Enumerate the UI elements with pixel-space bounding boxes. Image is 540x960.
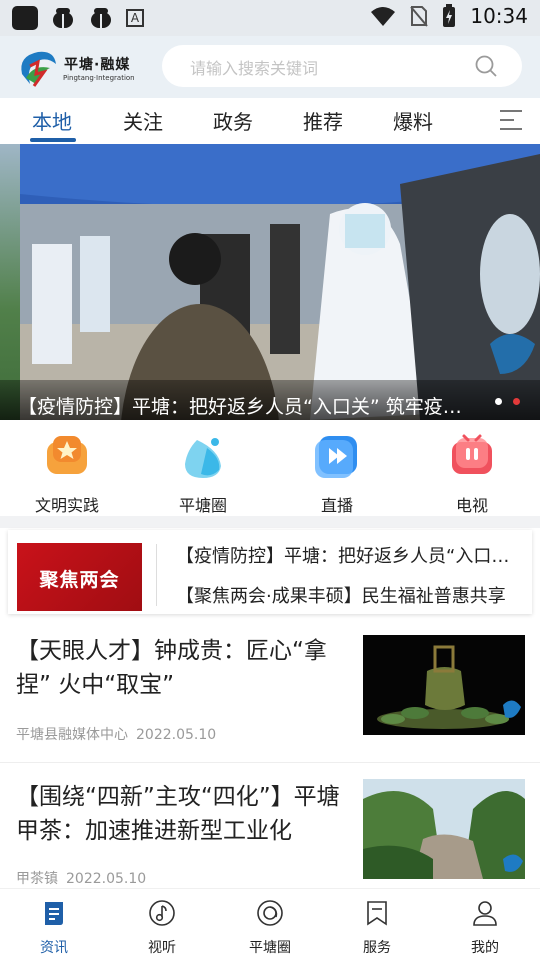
- bug-icon: [53, 8, 73, 28]
- drop-icon: [185, 438, 221, 478]
- tab-report[interactable]: 爆料: [393, 106, 433, 135]
- quick-link-label: 电视: [455, 496, 488, 515]
- logo-mark-icon: [21, 51, 56, 87]
- focus-news-box: 聚焦两会 【疫情防控】平塘：把好返乡人员“入口关” 筑牢疫情防控 【聚焦两会·成…: [8, 530, 532, 614]
- quick-link-civilization[interactable]: 文明实践: [17, 432, 117, 516]
- status-right: 10:34: [370, 4, 528, 28]
- news-item[interactable]: 【天眼人才】钟成贵：匠心“拿捏” 火中“取宝” 平塘县融媒体中心 2022.05.…: [0, 622, 540, 762]
- list-divider: [0, 762, 540, 763]
- news-thumbnail[interactable]: [363, 635, 525, 735]
- bug-icon: [91, 8, 111, 28]
- logo-chinese-text: 平塘·融媒: [64, 57, 131, 73]
- nav-service[interactable]: 服务: [337, 899, 417, 957]
- news-item[interactable]: 【围绕“四新”主攻“四化”】平塘甲茶：加速推进新型工业化 甲茶镇 2022.05.…: [0, 766, 540, 888]
- news-source: 甲茶镇: [16, 871, 58, 887]
- news-date: 2022.05.10: [66, 871, 147, 887]
- nav-label: 服务: [363, 940, 391, 956]
- tab-government[interactable]: 政务: [213, 106, 253, 135]
- nav-profile[interactable]: 我的: [445, 899, 525, 957]
- focus-headline-2[interactable]: 【聚焦两会·成果丰硕】民生福祉普惠共享: [176, 582, 521, 608]
- user-icon: [473, 901, 497, 926]
- battery-icon: [443, 4, 456, 27]
- status-bar: A 10:34: [0, 0, 540, 36]
- quick-link-label: 文明实践: [34, 496, 99, 515]
- banner-carousel[interactable]: 【疫情防控】平塘：把好返乡人员“入口关” 筑牢疫情防控: [0, 144, 540, 420]
- carousel-dot-2[interactable]: [513, 398, 520, 405]
- search-box[interactable]: 请输入搜索关键词: [162, 45, 522, 87]
- banner-prev-slide-edge: [0, 144, 20, 420]
- carousel-dot-1[interactable]: [495, 398, 502, 405]
- menu-icon[interactable]: [500, 108, 522, 132]
- tab-recommend[interactable]: 推荐: [303, 106, 343, 135]
- news-source: 平塘县融媒体中心: [16, 727, 128, 743]
- search-input[interactable]: 请输入搜索关键词: [190, 55, 318, 79]
- quick-link-pingtang-circle[interactable]: 平塘圈: [153, 432, 253, 516]
- a-icon: A: [126, 9, 144, 27]
- banner-image[interactable]: [20, 144, 540, 420]
- quick-link-label: 直播: [320, 496, 353, 515]
- tab-follow[interactable]: 关注: [123, 106, 163, 135]
- bookmark-icon: [367, 901, 387, 926]
- nav-label: 视听: [148, 940, 176, 956]
- bottom-navigation: 资讯 视听 平塘圈 服务 我的: [0, 888, 540, 960]
- section-divider: [0, 516, 540, 528]
- clock: 10:34: [470, 4, 528, 28]
- focus-badge-label: 聚焦两会: [39, 569, 120, 591]
- news-thumbnail[interactable]: [363, 779, 525, 879]
- nav-label: 平塘圈: [249, 940, 291, 956]
- active-tab-indicator: [30, 138, 76, 142]
- news-title[interactable]: 【天眼人才】钟成贵：匠心“拿捏” 火中“取宝”: [16, 634, 352, 702]
- search-icon[interactable]: [474, 54, 498, 78]
- focus-divider: [156, 544, 157, 606]
- circle-icon: [257, 900, 283, 926]
- star-badge-icon: [47, 436, 87, 474]
- status-left: A: [12, 6, 144, 30]
- banner-caption[interactable]: 【疫情防控】平塘：把好返乡人员“入口关” 筑牢疫情防控: [18, 392, 478, 419]
- tab-local[interactable]: 本地: [32, 106, 72, 135]
- news-icon: [45, 902, 63, 925]
- channel-tabs: 本地 关注 政务 推荐 爆料: [0, 98, 540, 144]
- nav-label: 我的: [471, 940, 499, 956]
- app-header: 平塘·融媒 Pingtang·Integration 请输入搜索关键词: [0, 36, 540, 98]
- app-icon: [12, 6, 38, 30]
- focus-headline-1[interactable]: 【疫情防控】平塘：把好返乡人员“入口关” 筑牢疫情防控: [176, 542, 521, 568]
- wifi-icon: [371, 7, 396, 26]
- nav-audio-video[interactable]: 视听: [122, 899, 202, 957]
- news-meta: 平塘县融媒体中心 2022.05.10: [16, 724, 224, 744]
- quick-link-tv[interactable]: 电视: [422, 432, 522, 516]
- quick-link-label: 平塘圈: [178, 496, 227, 515]
- app-logo[interactable]: 平塘·融媒 Pingtang·Integration: [16, 42, 136, 94]
- logo-english-text: Pingtang·Integration: [63, 74, 135, 82]
- news-date: 2022.05.10: [136, 727, 217, 743]
- quick-link-live[interactable]: 直播: [287, 432, 387, 516]
- news-meta: 甲茶镇 2022.05.10: [16, 868, 154, 888]
- nav-label: 资讯: [40, 940, 68, 956]
- music-icon: [149, 900, 175, 926]
- focus-badge[interactable]: 聚焦两会: [17, 543, 142, 611]
- quick-links: 文明实践 平塘圈 直播 电视: [0, 420, 540, 516]
- no-sim-icon: [410, 6, 429, 27]
- nav-news[interactable]: 资讯: [14, 899, 94, 957]
- tv-icon: [452, 434, 492, 474]
- nav-pingtang-circle[interactable]: 平塘圈: [230, 899, 310, 957]
- play-icon: [315, 436, 357, 478]
- news-title[interactable]: 【围绕“四新”主攻“四化”】平塘甲茶：加速推进新型工业化: [16, 780, 352, 848]
